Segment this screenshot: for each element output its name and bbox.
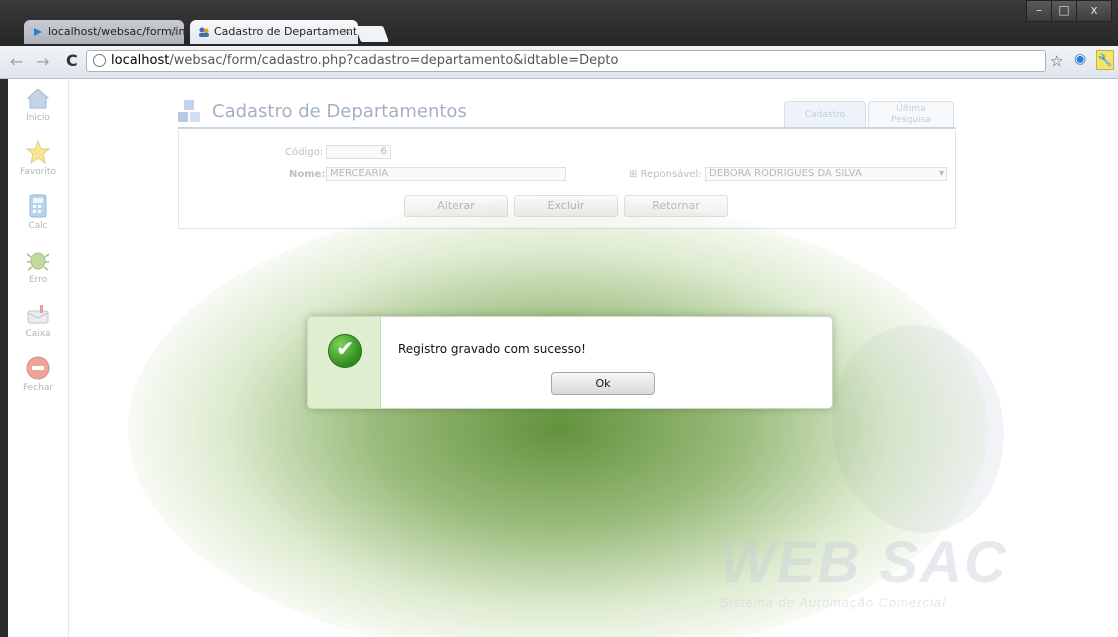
sidebar-item-fechar[interactable]: Fechar [8, 355, 68, 393]
tab-ultima-pesquisa[interactable]: Última Pesquisa [868, 101, 954, 127]
responsavel-selected: DEBORA RODRIGUES DA SILVA [709, 168, 862, 179]
sidebar-item-label: Inicio [26, 113, 50, 123]
sidebar-item-label: Favorito [20, 167, 56, 177]
calculator-icon [29, 194, 47, 218]
tab-label-line2: Pesquisa [891, 115, 931, 125]
responsavel-select[interactable]: DEBORA RODRIGUES DA SILVA ▾ [705, 167, 947, 181]
address-host: localhost [111, 53, 170, 68]
sidebar-item-label: Fechar [22, 383, 54, 393]
tab-close-icon[interactable]: × [169, 20, 178, 44]
retornar-button[interactable]: Retornar [624, 195, 728, 217]
departments-cubes-icon [178, 100, 200, 122]
reload-icon[interactable]: C [66, 51, 78, 70]
sidebar-item-inicio[interactable]: Inicio [8, 85, 68, 123]
websac-watermark: WEB SAC [720, 530, 1008, 595]
excluir-button[interactable]: Excluir [514, 195, 618, 217]
chevron-down-icon: ▾ [938, 168, 944, 179]
sidebar: Inicio Favorito Calc Erro Caixa Fechar [8, 79, 69, 637]
browser-tab-cadastro[interactable]: Cadastro de Departamento × [190, 20, 358, 44]
close-window-button[interactable]: x [1076, 0, 1112, 22]
alterar-button[interactable]: Alterar [404, 195, 508, 217]
window-controls: – □ x [1026, 0, 1112, 22]
browser-tab-index[interactable]: localhost/websac/form/ind × [24, 20, 184, 44]
tab-label-line1: Última [896, 104, 926, 114]
home-icon [26, 88, 50, 109]
wrench-menu-icon[interactable]: 🔧 [1096, 50, 1114, 70]
dialog-icon-panel: ✔ [308, 317, 381, 408]
tab-cadastro[interactable]: Cadastro [784, 101, 866, 127]
address-bar[interactable]: localhost/websac/form/cadastro.php?cadas… [86, 50, 1046, 72]
sidebar-item-label: Caixa [25, 329, 51, 339]
nome-label: Nome: [289, 169, 326, 180]
websac-tagline: Sistema de Automação Comercial [720, 595, 947, 610]
star-icon [25, 139, 51, 165]
page-viewport: Inicio Favorito Calc Erro Caixa Fechar C… [8, 79, 1118, 637]
codigo-label: Código: [285, 147, 324, 158]
sidebar-item-label: Calc [28, 221, 48, 231]
minimize-button[interactable]: – [1026, 0, 1052, 22]
success-check-icon: ✔ [328, 334, 362, 368]
address-url: localhost/websac/form/cadastro.php?cadas… [111, 53, 618, 68]
people-favicon-icon [199, 27, 209, 37]
nome-field[interactable]: MERCEARIA [326, 167, 566, 181]
forward-arrow-icon[interactable]: → [36, 52, 49, 71]
ok-button[interactable]: Ok [551, 372, 655, 395]
page-title: Cadastro de Departamentos [212, 101, 467, 122]
responsavel-label-text: Reponsável: [640, 169, 702, 180]
back-arrow-icon[interactable]: ← [10, 52, 23, 71]
page-info-icon[interactable] [93, 54, 106, 67]
browser-titlebar: localhost/websac/form/ind × Cadastro de … [0, 0, 1118, 46]
address-path: /websac/form/cadastro.php?cadastro=depar… [169, 53, 619, 68]
arrow-favicon-icon [34, 28, 42, 36]
extension-icon[interactable]: ◉ [1074, 51, 1086, 67]
bookmark-star-icon[interactable]: ☆ [1050, 52, 1063, 70]
dialog-message: Registro gravado com sucesso! [398, 342, 586, 356]
maximize-button[interactable]: □ [1051, 0, 1077, 22]
sidebar-item-label: Erro [28, 275, 48, 285]
sidebar-item-caixa[interactable]: Caixa [8, 301, 68, 339]
tab-label: Cadastro de Departamento [214, 25, 358, 38]
bug-icon [26, 252, 50, 271]
mailbox-icon [27, 305, 49, 324]
tab-label: localhost/websac/form/ind [48, 25, 184, 38]
sidebar-item-calc[interactable]: Calc [8, 193, 68, 231]
new-tab-button[interactable] [355, 26, 389, 42]
browser-toolbar: ← → C localhost/websac/form/cadastro.php… [0, 46, 1118, 79]
tab-close-icon[interactable]: × [343, 20, 352, 44]
close-icon [26, 356, 50, 380]
codigo-field[interactable]: 6 [326, 145, 391, 159]
header-divider [178, 127, 956, 129]
sidebar-item-favorito[interactable]: Favorito [8, 139, 68, 177]
responsavel-label: ⊞ Reponsável: [629, 169, 702, 180]
sidebar-item-erro[interactable]: Erro [8, 247, 68, 285]
success-dialog: ✔ Registro gravado com sucesso! Ok [307, 316, 833, 409]
